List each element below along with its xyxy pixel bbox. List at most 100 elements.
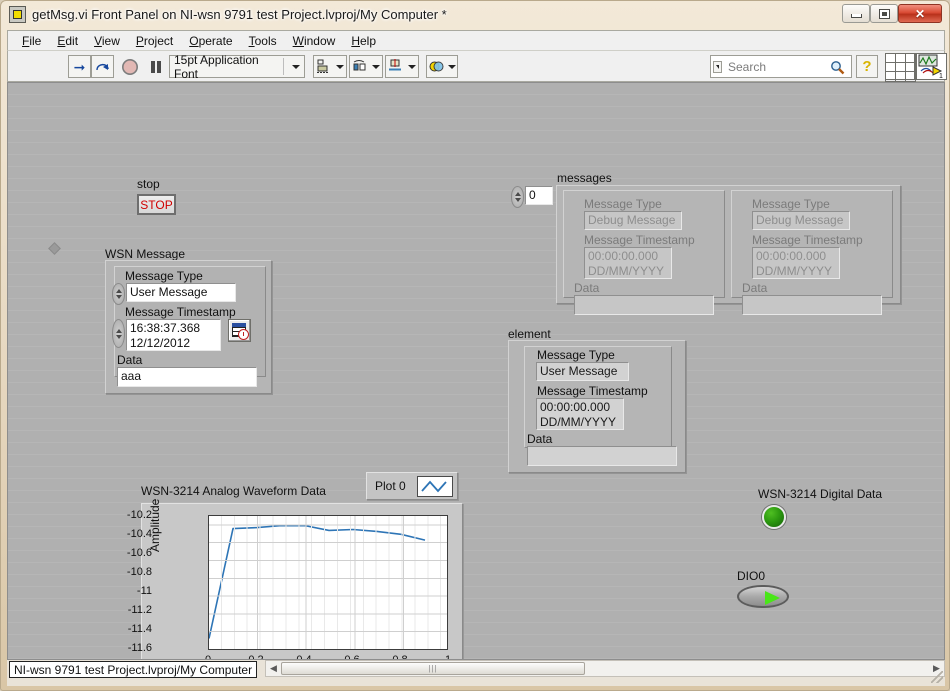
wsn-message-type-field[interactable]: User Message xyxy=(126,283,236,302)
status-bar: NI-wsn 9791 test Project.lvproj/My Compu… xyxy=(7,660,945,686)
scroll-thumb-grip: ||| xyxy=(428,664,438,673)
wsn-timestamp-date: 12/12/2012 xyxy=(130,336,191,350)
y-tick-7: -11.6 xyxy=(127,642,152,654)
pause-button[interactable] xyxy=(144,55,167,78)
legend-line-style-icon[interactable] xyxy=(417,476,453,497)
reorder-button[interactable] xyxy=(426,55,458,78)
horizontal-scrollbar[interactable]: ◀ ||| ▶ ▼ xyxy=(265,660,945,677)
wsn-data-field[interactable]: aaa xyxy=(117,367,257,387)
messages-1-timestamp-label: Message Timestamp xyxy=(752,233,863,247)
chevron-down-icon xyxy=(336,64,344,69)
run-continuously-button[interactable] xyxy=(91,55,114,78)
menu-item-project[interactable]: Project xyxy=(128,32,181,50)
distribute-objects-button[interactable] xyxy=(349,55,383,78)
labview-front-panel-window: getMsg.vi Front Panel on NI-wsn 9791 tes… xyxy=(0,0,950,691)
menu-item-tools[interactable]: Tools xyxy=(241,32,285,50)
abort-execution-icon xyxy=(121,58,138,75)
wsn-message-timestamp-spinner[interactable] xyxy=(112,319,125,348)
front-panel-canvas[interactable]: stop STOP WSN Message Message Type User … xyxy=(7,82,945,660)
menu-item-operate[interactable]: Operate xyxy=(181,32,240,50)
messages-index-field[interactable]: 0 xyxy=(525,186,553,205)
y-tick-4: -11 xyxy=(136,585,152,597)
wsn-message-label: WSN Message xyxy=(105,247,186,261)
chevron-down-icon xyxy=(447,64,456,69)
menu-item-view[interactable]: View xyxy=(86,32,128,50)
close-button[interactable]: ✕ xyxy=(898,4,942,23)
y-tick-5: -11.2 xyxy=(127,604,152,616)
messages-1-data-field xyxy=(742,295,882,315)
scroll-left-button[interactable]: ◀ xyxy=(266,663,281,674)
minimize-button[interactable] xyxy=(842,4,870,23)
menu-item-file[interactable]: File xyxy=(14,32,49,50)
horizontal-scroll-thumb[interactable]: ||| xyxy=(281,662,585,675)
messages-element-0: Message Type Debug Message Message Times… xyxy=(563,190,725,315)
element-timestamp-label: Message Timestamp xyxy=(537,384,648,398)
messages-0-timestamp-label: Message Timestamp xyxy=(584,233,695,247)
graph-plot-area[interactable] xyxy=(208,515,448,650)
waveform-graph[interactable]: Amplitude -10.2 -10.4 -10.6 -10.8 -11 -1… xyxy=(127,499,463,659)
pause-icon xyxy=(150,60,161,73)
maximize-icon xyxy=(878,8,890,19)
element-timestamp-field: 00:00:00.000 DD/MM/YYYY xyxy=(536,398,624,430)
element-data-label: Data xyxy=(527,432,553,446)
maximize-button[interactable] xyxy=(870,4,898,23)
context-help-button[interactable]: ? xyxy=(856,55,878,78)
dio0-label: DIO0 xyxy=(737,569,766,583)
element-data-field xyxy=(527,446,677,466)
font-selector[interactable]: 15pt Application Font xyxy=(169,52,305,81)
element-timestamp-date: DD/MM/YYYY xyxy=(540,415,617,429)
svg-text:1: 1 xyxy=(939,73,943,79)
menu-item-help[interactable]: Help xyxy=(343,32,384,50)
abort-execution-button[interactable] xyxy=(118,55,141,78)
stop-button-label: STOP xyxy=(140,197,173,212)
graph-title: WSN-3214 Analog Waveform Data xyxy=(141,484,326,498)
legend-plot-label: Plot 0 xyxy=(375,479,406,493)
messages-1-timestamp-time: 00:00:00.000 xyxy=(756,249,827,263)
y-tick-0: -10.2 xyxy=(126,509,152,521)
messages-array-container[interactable]: Message Type Debug Message Message Times… xyxy=(556,185,901,315)
element-cluster[interactable]: Message Type User Message Message Timest… xyxy=(508,340,686,473)
element-type-field: User Message xyxy=(536,362,629,381)
search-scope-icon xyxy=(713,60,722,73)
chevron-down-icon xyxy=(372,64,380,69)
search-box[interactable]: Search xyxy=(710,55,852,78)
messages-0-type-field: Debug Message xyxy=(584,211,682,230)
magnifier-icon[interactable] xyxy=(830,60,845,75)
messages-1-timestamp-field: 00:00:00.000 DD/MM/YYYY xyxy=(752,247,840,279)
menu-item-edit[interactable]: Edit xyxy=(49,32,86,50)
dio0-slide-switch[interactable] xyxy=(737,585,789,608)
menu-item-window[interactable]: Window xyxy=(285,32,344,50)
messages-1-timestamp-date: DD/MM/YYYY xyxy=(756,264,833,278)
search-input[interactable]: Search xyxy=(728,60,766,74)
chevron-down-icon xyxy=(292,64,300,69)
font-selector-label: 15pt Application Font xyxy=(174,52,259,81)
calendar-clock-icon[interactable] xyxy=(228,319,251,342)
messages-element-1: Message Type Debug Message Message Times… xyxy=(731,190,893,315)
close-icon: ✕ xyxy=(914,6,926,21)
chevron-down-icon xyxy=(408,64,416,69)
element-type-label: Message Type xyxy=(537,348,615,362)
labview-vi-icon xyxy=(9,6,26,23)
switch-on-indicator-icon xyxy=(765,591,780,605)
y-tick-3: -10.8 xyxy=(126,566,152,578)
connector-pane[interactable] xyxy=(885,53,916,82)
graph-legend[interactable]: Plot 0 xyxy=(366,472,458,500)
align-objects-button[interactable] xyxy=(313,55,347,78)
messages-0-timestamp-field: 00:00:00.000 DD/MM/YYYY xyxy=(584,247,672,279)
vi-icon[interactable]: 1 xyxy=(916,53,947,80)
messages-1-data-label: Data xyxy=(742,281,768,295)
resize-objects-icon xyxy=(389,59,401,71)
stop-button[interactable]: STOP xyxy=(137,194,176,215)
resize-objects-button[interactable] xyxy=(385,55,419,78)
digital-data-led xyxy=(762,505,786,529)
messages-0-data-field xyxy=(574,295,714,315)
wsn-message-timestamp-field[interactable]: 16:38:37.368 12/12/2012 xyxy=(126,319,221,351)
messages-index-spinner[interactable] xyxy=(511,186,524,208)
resize-grip[interactable] xyxy=(931,671,943,683)
run-arrow-icon: ➞ xyxy=(73,58,86,75)
messages-1-type-label: Message Type xyxy=(752,197,830,211)
wsn-timestamp-time: 16:38:37.368 xyxy=(130,321,201,335)
wsn-message-type-spinner[interactable] xyxy=(112,283,125,305)
wsn-message-cluster[interactable]: Message Type User Message Message Timest… xyxy=(105,260,272,394)
run-button[interactable]: ➞ xyxy=(68,55,91,78)
